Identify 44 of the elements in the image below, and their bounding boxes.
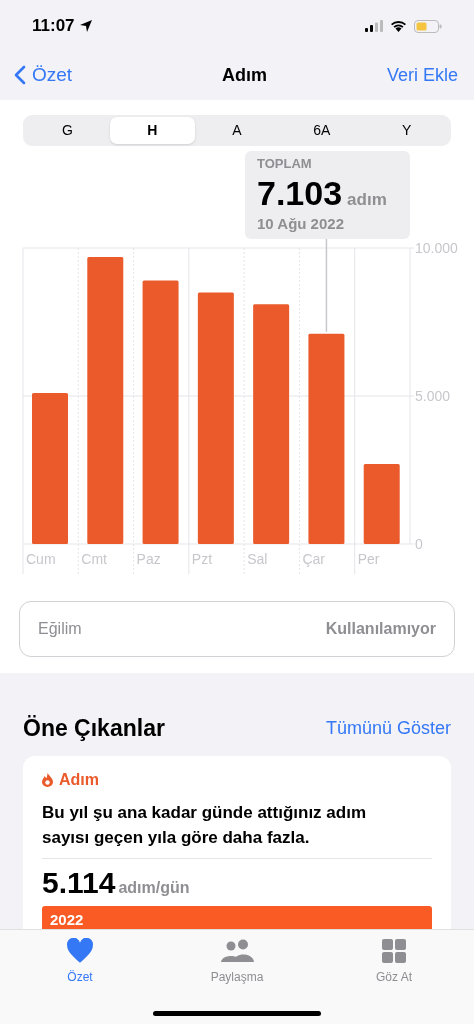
x-axis-label: Cmt [81, 551, 107, 567]
trend-label: Eğilim [38, 619, 82, 639]
heart-icon [66, 938, 94, 964]
card-value: 5.114 [42, 864, 116, 901]
page-title: Adım [222, 63, 268, 87]
add-data-button[interactable]: Veri Ekle [386, 61, 460, 89]
tab-bar-item[interactable]: Paylaşma [197, 938, 277, 1024]
x-axis-label: Pzt [191, 551, 213, 567]
flame-icon [42, 772, 53, 787]
segment-tab[interactable]: 6A [279, 117, 365, 144]
tooltip-value: 7.103 [257, 175, 343, 210]
signal-icon [365, 20, 383, 32]
x-axis-label: Cum [26, 551, 56, 567]
x-axis-label: Per [357, 551, 380, 567]
card-description: Bu yıl şu ana kadar günde attığınız adım sayısı geçen yıla göre daha fazla. [42, 799, 432, 859]
y-axis-label: 0 [415, 536, 423, 552]
segment-tab[interactable]: G [25, 117, 110, 144]
segment-tab[interactable]: H [109, 117, 195, 144]
tab-bar-item[interactable]: Göz At [354, 938, 434, 1024]
people-icon [219, 938, 255, 964]
tooltip-date: 10 Ağu 2022 [257, 213, 345, 234]
segment-tab[interactable]: A [194, 117, 280, 144]
y-axis-label: 10.000 [415, 240, 458, 256]
status-time: 11:07 [32, 15, 75, 38]
x-axis-label: Paz [136, 551, 161, 567]
x-axis-label: Sal [247, 551, 268, 567]
tooltip-unit: adım [347, 190, 387, 208]
location-arrow-icon [78, 19, 93, 33]
tab-bar-item[interactable]: Özet [40, 938, 120, 1024]
tooltip-heading: TOPLAM [257, 155, 313, 173]
segment-tab[interactable]: Y [364, 117, 449, 144]
battery-icon [414, 19, 442, 33]
trend-value: Kullanılamıyor [325, 619, 436, 639]
show-all-link[interactable]: Tümünü Göster [325, 714, 451, 742]
grid-icon [381, 938, 407, 964]
y-axis-label: 5.000 [415, 388, 451, 404]
year-bar-label: 2022 [50, 910, 84, 928]
chevron-left-icon [14, 65, 26, 85]
back-button[interactable]: Özet [14, 60, 73, 90]
card-unit: adım/gün [118, 877, 190, 898]
x-axis-label: Çar [302, 551, 325, 567]
wifi-icon [390, 20, 407, 32]
card-category: Adım [59, 769, 99, 790]
section-title: Öne Çıkanlar [23, 714, 165, 743]
